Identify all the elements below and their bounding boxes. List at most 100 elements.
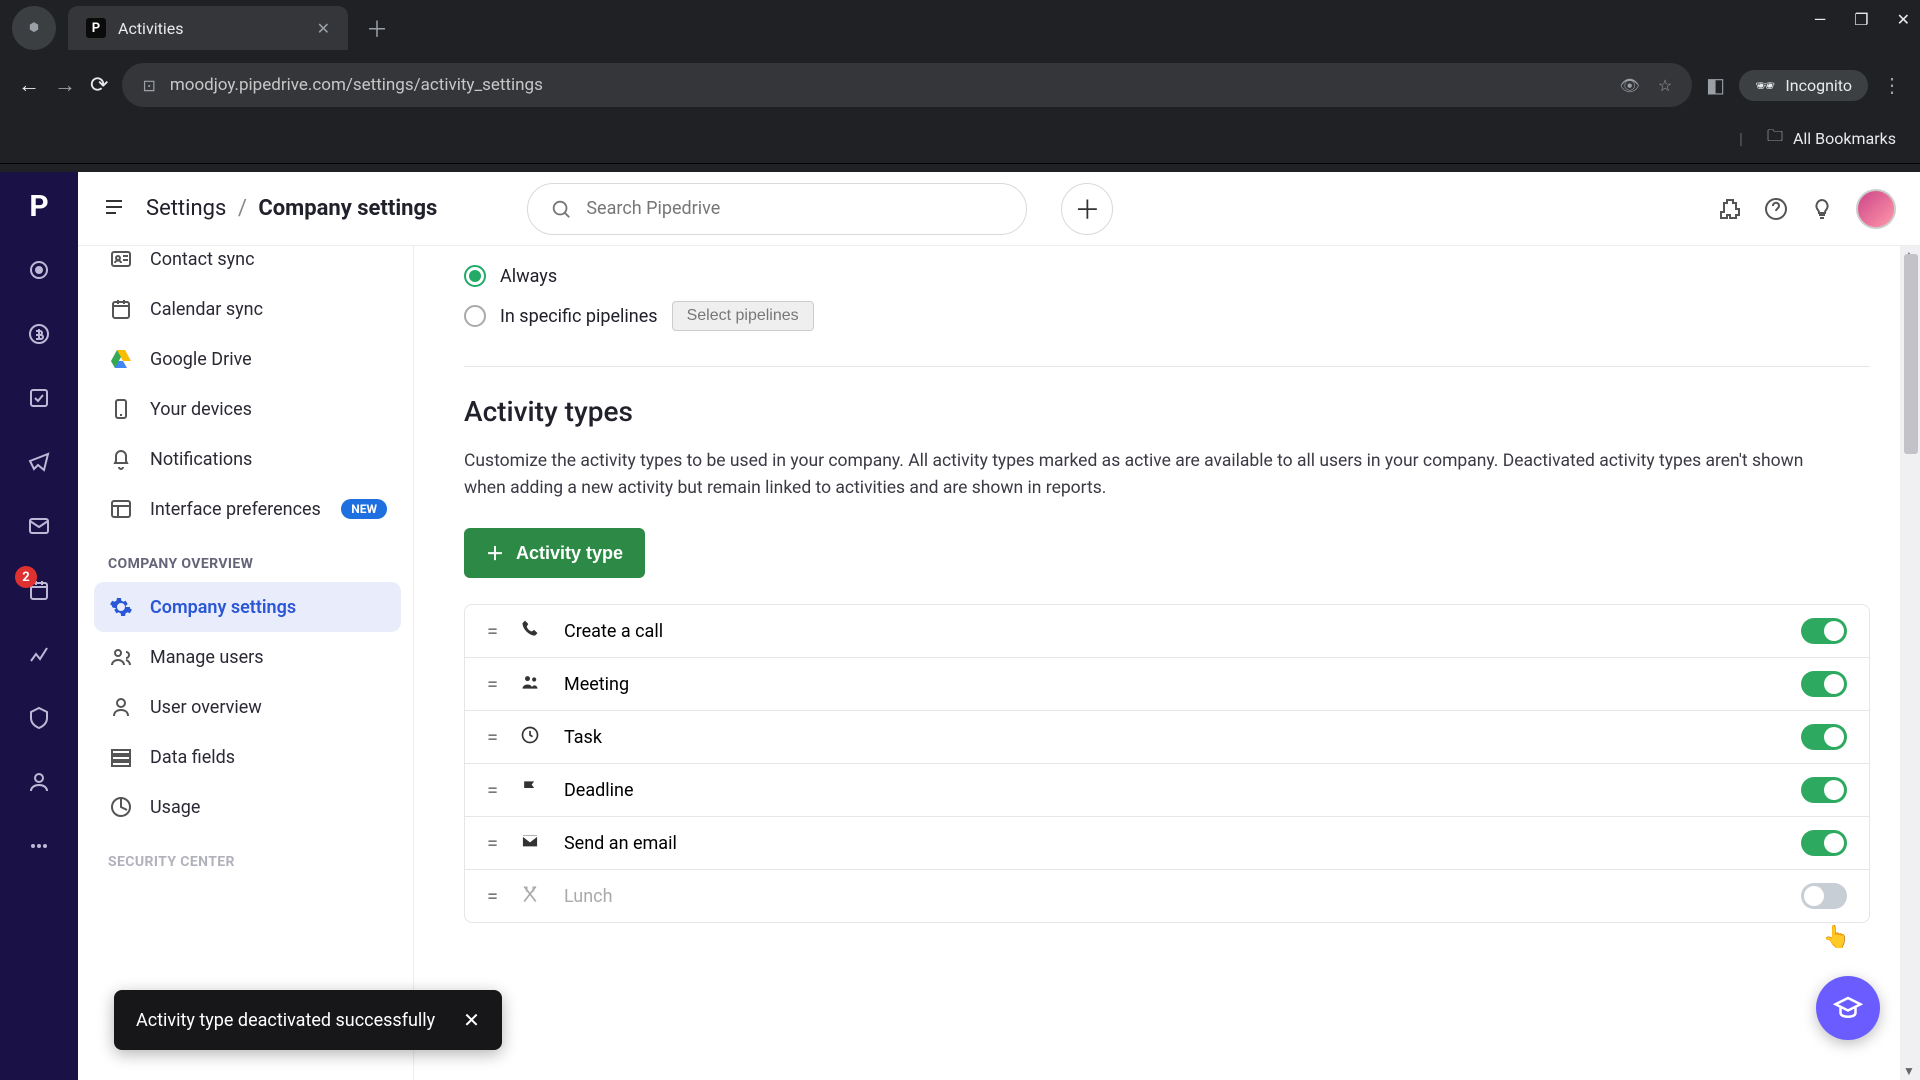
email-icon bbox=[520, 831, 542, 856]
side-panel-icon[interactable]: ◧ bbox=[1706, 73, 1725, 97]
meeting-icon bbox=[520, 672, 542, 697]
drag-handle-icon[interactable]: = bbox=[487, 725, 498, 749]
rail-item-campaigns[interactable] bbox=[19, 442, 59, 482]
activity-type-label: Lunch bbox=[564, 886, 613, 907]
sidebar-item-notifications[interactable]: Notifications bbox=[94, 434, 401, 484]
settings-sidebar[interactable]: Contact sync Calendar sync Google Drive … bbox=[78, 246, 414, 1080]
drag-handle-icon[interactable]: = bbox=[487, 672, 498, 696]
help-icon[interactable] bbox=[1764, 197, 1788, 221]
rail-item-insights[interactable] bbox=[19, 634, 59, 674]
nav-rail: P 2 bbox=[0, 172, 78, 1080]
activity-type-row[interactable]: = Send an email bbox=[465, 817, 1869, 870]
rail-item-products[interactable] bbox=[19, 698, 59, 738]
url-input[interactable]: ⊡ moodjoy.pipedrive.com/settings/activit… bbox=[122, 63, 1692, 107]
layout-icon bbox=[108, 496, 134, 522]
forward-button[interactable]: → bbox=[54, 72, 76, 98]
tracking-protection-icon[interactable]: 👁 bbox=[1620, 76, 1640, 95]
user-icon bbox=[108, 694, 134, 720]
google-drive-icon bbox=[108, 346, 134, 372]
divider bbox=[464, 366, 1870, 367]
browser-tab[interactable]: P Activities ✕ bbox=[68, 6, 348, 50]
sidebar-item-calendar-sync[interactable]: Calendar sync bbox=[94, 284, 401, 334]
rail-item-contacts[interactable] bbox=[19, 762, 59, 802]
drag-handle-icon[interactable]: = bbox=[487, 884, 498, 908]
activity-toggle[interactable] bbox=[1801, 618, 1847, 644]
all-bookmarks-button[interactable]: All Bookmarks bbox=[1793, 129, 1896, 148]
sidebar-item-user-overview[interactable]: User overview bbox=[94, 682, 401, 732]
activity-type-row[interactable]: = Create a call bbox=[465, 605, 1869, 658]
toast-close-icon[interactable]: ✕ bbox=[463, 1008, 480, 1032]
activity-type-row[interactable]: = Meeting bbox=[465, 658, 1869, 711]
browser-menu-icon[interactable]: ⋮ bbox=[1882, 73, 1902, 97]
activity-toggle[interactable] bbox=[1801, 883, 1847, 909]
scroll-down-icon[interactable]: ▼ bbox=[1903, 1064, 1915, 1078]
quick-add-button[interactable]: ＋ bbox=[1061, 183, 1113, 235]
drag-handle-icon[interactable]: = bbox=[487, 831, 498, 855]
activity-toggle[interactable] bbox=[1801, 777, 1847, 803]
extensions-icon[interactable] bbox=[1718, 197, 1742, 221]
ideas-icon[interactable] bbox=[1810, 197, 1834, 221]
section-description: Customize the activity types to be used … bbox=[464, 448, 1824, 502]
new-tab-button[interactable]: ＋ bbox=[366, 12, 388, 44]
rail-item-leads[interactable] bbox=[19, 250, 59, 290]
scrollbar-thumb[interactable] bbox=[1904, 254, 1918, 454]
activity-type-row[interactable]: = Deadline bbox=[465, 764, 1869, 817]
radio-specific-pipelines[interactable]: In specific pipelines Select pipelines bbox=[464, 294, 1870, 338]
reload-button[interactable]: ⟳ bbox=[90, 73, 108, 98]
activity-toggle[interactable] bbox=[1801, 671, 1847, 697]
sidebar-toggle-button[interactable] bbox=[102, 195, 126, 223]
sidebar-item-your-devices[interactable]: Your devices bbox=[94, 384, 401, 434]
rail-item-more[interactable] bbox=[19, 826, 59, 866]
activity-type-row[interactable]: = Task bbox=[465, 711, 1869, 764]
sidebar-item-label: Contact sync bbox=[150, 249, 255, 270]
search-input[interactable]: Search Pipedrive bbox=[527, 183, 1027, 235]
add-activity-type-button[interactable]: ＋ Activity type bbox=[464, 528, 645, 578]
search-tabs-button[interactable] bbox=[12, 6, 56, 50]
sidebar-item-usage[interactable]: Usage bbox=[94, 782, 401, 832]
sidebar-item-label: Google Drive bbox=[150, 349, 252, 370]
sidebar-section-company: COMPANY OVERVIEW bbox=[94, 534, 401, 582]
sidebar-item-label: Interface preferences bbox=[150, 499, 321, 520]
header-actions bbox=[1718, 189, 1896, 229]
maximize-icon[interactable]: ❐ bbox=[1854, 10, 1868, 29]
sidebar-section-security: SECURITY CENTER bbox=[94, 832, 401, 880]
vertical-scrollbar[interactable]: ▲ ▼ bbox=[1900, 246, 1920, 1080]
radio-icon bbox=[464, 265, 486, 287]
toast-notification: Activity type deactivated successfully ✕ bbox=[114, 990, 502, 1050]
window-controls: ― ❐ ✕ bbox=[1814, 10, 1910, 29]
user-avatar[interactable] bbox=[1856, 189, 1896, 229]
sidebar-item-google-drive[interactable]: Google Drive bbox=[94, 334, 401, 384]
app-logo[interactable]: P bbox=[19, 186, 59, 226]
back-button[interactable]: ← bbox=[18, 72, 40, 98]
activity-toggle[interactable] bbox=[1801, 724, 1847, 750]
sidebar-item-company-settings[interactable]: Company settings bbox=[94, 582, 401, 632]
tab-title: Activities bbox=[118, 19, 183, 38]
browser-chrome: P Activities ✕ ＋ ― ❐ ✕ ← → ⟳ ⊡ moodjoy.p… bbox=[0, 0, 1920, 172]
rail-item-activities[interactable]: 2 bbox=[19, 570, 59, 610]
activity-toggle[interactable] bbox=[1801, 830, 1847, 856]
close-window-icon[interactable]: ✕ bbox=[1897, 10, 1910, 29]
select-pipelines-button[interactable]: Select pipelines bbox=[672, 301, 814, 331]
radio-always[interactable]: Always bbox=[464, 258, 1870, 294]
help-fab[interactable] bbox=[1816, 976, 1880, 1040]
incognito-indicator[interactable]: 🕶 Incognito bbox=[1739, 70, 1868, 101]
sidebar-item-manage-users[interactable]: Manage users bbox=[94, 632, 401, 682]
bookmark-star-icon[interactable]: ☆ bbox=[1658, 76, 1672, 95]
activity-type-row[interactable]: = Lunch bbox=[465, 870, 1869, 922]
new-badge: NEW bbox=[341, 499, 387, 519]
sidebar-item-interface-preferences[interactable]: Interface preferences NEW bbox=[94, 484, 401, 534]
rail-item-projects[interactable] bbox=[19, 378, 59, 418]
drag-handle-icon[interactable]: = bbox=[487, 619, 498, 643]
sidebar-item-contact-sync[interactable]: Contact sync bbox=[94, 246, 401, 284]
site-info-icon[interactable]: ⊡ bbox=[142, 76, 155, 95]
tab-close-icon[interactable]: ✕ bbox=[317, 19, 330, 38]
drag-handle-icon[interactable]: = bbox=[487, 778, 498, 802]
body-row: Contact sync Calendar sync Google Drive … bbox=[78, 246, 1920, 1080]
rail-item-mail[interactable] bbox=[19, 506, 59, 546]
call-icon bbox=[520, 619, 542, 644]
section-title: Activity types bbox=[464, 395, 1870, 428]
rail-item-deals[interactable] bbox=[19, 314, 59, 354]
minimize-icon[interactable]: ― bbox=[1814, 10, 1827, 29]
sidebar-item-data-fields[interactable]: Data fields bbox=[94, 732, 401, 782]
breadcrumb-root[interactable]: Settings bbox=[146, 196, 226, 221]
